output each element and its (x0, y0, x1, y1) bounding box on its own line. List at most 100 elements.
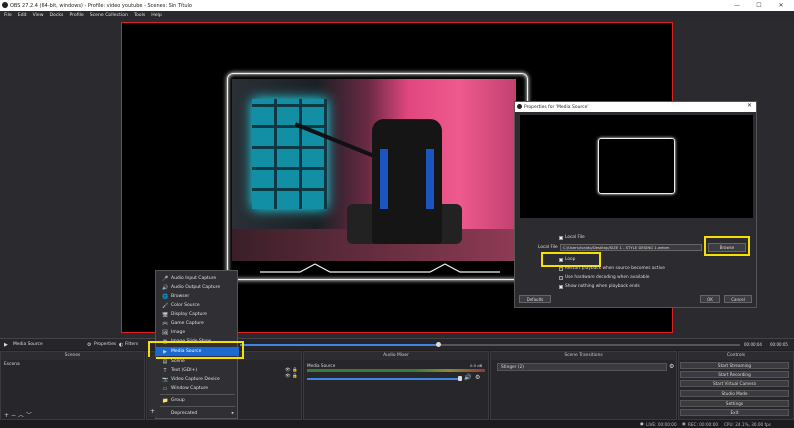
gear-icon[interactable]: ⚙ (669, 363, 674, 370)
add-icon[interactable]: + (150, 408, 155, 415)
menu-view[interactable]: View (33, 13, 44, 18)
brush-icon: 🖌 (162, 302, 169, 309)
show-nothing-checkbox-row[interactable]: Show nothing when playback ends (559, 284, 640, 289)
image-icon: 🖼 (162, 329, 169, 336)
scene-controls: + − ︿ ﹀ (4, 410, 32, 419)
start-streaming-button[interactable]: Start Streaming (680, 362, 789, 369)
menu-item-label: Text (GDI+) (171, 368, 198, 373)
folder-icon: 📁 (162, 397, 169, 404)
minimize-button[interactable]: — (726, 0, 748, 11)
cancel-button[interactable]: Cancel (724, 295, 752, 303)
menu-item-label: Video Capture Device (171, 377, 220, 382)
menu-item-color-source[interactable]: 🖌 Color Source (156, 301, 239, 310)
play-icon[interactable]: ▶ (4, 342, 8, 348)
scene-item[interactable]: Escena (1, 360, 144, 369)
volume-slider[interactable] (307, 378, 460, 380)
hw-decoding-label: Use hardware decoding when available (565, 275, 650, 280)
time-total: 00:00:05 (770, 342, 788, 347)
menu-item-label: Window Capture (171, 386, 209, 391)
speaker-icon[interactable]: 🔊 (464, 374, 471, 381)
local-file-checkbox[interactable] (559, 235, 563, 240)
menu-item-browser[interactable]: 🌐 Browser (156, 292, 239, 301)
menu-item-game-capture[interactable]: 🎮 Game Capture (156, 319, 239, 328)
highlight-loop (541, 252, 601, 267)
highlight-browse (704, 236, 750, 256)
local-file-field-label: Local File (538, 245, 558, 250)
menu-item-deprecated[interactable]: Deprecated ▸ (156, 409, 239, 418)
menu-item-label: Image (171, 330, 186, 335)
lock-icon[interactable]: 👁 🔒 (285, 374, 298, 379)
source-toolbar: ▶ Media Source ⚙ Properties ◐ Filters 00… (0, 338, 794, 350)
menu-edit[interactable]: Edit (18, 13, 27, 18)
scene-transitions-dock: Scene Transitions Stinger (2) ⚙ (490, 351, 677, 420)
volume-handle[interactable] (458, 376, 462, 381)
settings-button[interactable]: Settings (680, 400, 789, 407)
studio-mode-button[interactable]: Studio Mode (680, 390, 789, 397)
seek-handle[interactable] (436, 342, 441, 347)
menu-item-label: Deprecated (171, 411, 198, 416)
down-icon[interactable]: ﹀ (26, 412, 32, 419)
hw-decoding-checkbox-row[interactable]: Use hardware decoding when available (559, 275, 649, 280)
restart-checkbox[interactable] (559, 266, 563, 271)
maximize-button[interactable]: ☐ (748, 0, 770, 11)
menu-separator (160, 394, 235, 395)
gamepad-icon: 🎮 (162, 320, 169, 327)
remove-icon[interactable]: − (11, 412, 16, 419)
live-indicator-icon: ● (640, 421, 644, 426)
local-file-input[interactable]: C:/Users/ivaldo/Desktop/SIZE 1 - STYLE D… (560, 244, 702, 251)
gear-icon[interactable]: ⚙ (87, 342, 91, 348)
menu-item-window-capture[interactable]: ▭ Window Capture (156, 384, 239, 393)
show-nothing-checkbox[interactable] (559, 284, 563, 289)
restart-checkbox-row[interactable]: Restart playback when source becomes act… (559, 266, 665, 271)
window-icon: ▭ (162, 385, 168, 392)
menu-item-audio-output-capture[interactable]: 🔊 Audio Output Capture (156, 283, 239, 292)
menu-item-label: Browser (171, 294, 190, 299)
add-icon[interactable]: + (4, 412, 9, 419)
menu-item-text-gdi[interactable]: T Text (GDI+) (156, 366, 239, 375)
menu-item-display-capture[interactable]: 🖥 Display Capture (156, 310, 239, 319)
up-icon[interactable]: ︿ (18, 412, 24, 419)
mixer-db-value: 0.0 dB (470, 363, 483, 368)
media-seek-bar[interactable] (240, 344, 740, 346)
close-button[interactable]: ✕ (770, 0, 792, 11)
dialog-title: Properties for 'Media Source' (515, 102, 756, 112)
source-name: Media Source (13, 342, 43, 347)
obs-logo-icon (2, 2, 8, 8)
filters-icon[interactable]: ◐ (119, 342, 123, 348)
start-recording-button[interactable]: Start Recording (680, 371, 789, 378)
dialog-close-button[interactable]: ✕ (747, 102, 752, 109)
menu-item-label: Audio Output Capture (171, 285, 221, 290)
menu-docks[interactable]: Docks (50, 13, 64, 18)
menu-item-audio-input-capture[interactable]: 🎤 Audio Input Capture (156, 274, 239, 283)
audio-mixer-dock: Audio Mixer Media Source 0.0 dB 🔊 ⚙ (303, 351, 489, 420)
defaults-button[interactable]: Defaults (519, 295, 551, 303)
menu-profile[interactable]: Profile (69, 13, 83, 18)
menu-help[interactable]: Help (151, 13, 161, 18)
menu-item-image[interactable]: 🖼 Image (156, 328, 239, 337)
menu-item-video-capture-device[interactable]: 📷 Video Capture Device (156, 375, 239, 384)
menu-tools[interactable]: Tools (134, 13, 145, 18)
menu-item-group[interactable]: 📁 Group (156, 396, 239, 405)
window-title: OBS 27.2.4 (64-bit, windows) - Profile: … (10, 2, 192, 9)
mixer-channel-name: Media Source (307, 363, 336, 368)
menu-item-label: Game Capture (171, 321, 204, 326)
start-virtual-camera-button[interactable]: Start Virtual Camera (680, 380, 789, 387)
menu-file[interactable]: File (4, 13, 12, 18)
menu-item-label: Scene (171, 359, 185, 364)
properties-button[interactable]: Properties (94, 342, 116, 347)
monitor-icon: 🖥 (162, 311, 169, 318)
hw-decoding-checkbox[interactable] (559, 275, 563, 280)
local-file-checkbox-row[interactable]: Local File (559, 235, 585, 240)
menu-item-label: Audio Input Capture (171, 276, 217, 281)
local-file-label: Local File (565, 235, 585, 240)
exit-button[interactable]: Exit (680, 409, 789, 416)
transition-select[interactable]: Stinger (2) (497, 363, 667, 371)
visibility-eye-icon[interactable]: 👁 🔒 (285, 368, 298, 373)
scene-transitions-header: Scene Transitions (491, 352, 676, 360)
ok-button[interactable]: OK (700, 295, 720, 303)
filters-button[interactable]: Filters (125, 342, 138, 347)
text-icon: T (163, 367, 167, 374)
gear-icon[interactable]: ⚙ (475, 374, 480, 381)
audio-mixer-header: Audio Mixer (304, 352, 488, 360)
menu-scene-collection[interactable]: Scene Collection (90, 13, 128, 18)
